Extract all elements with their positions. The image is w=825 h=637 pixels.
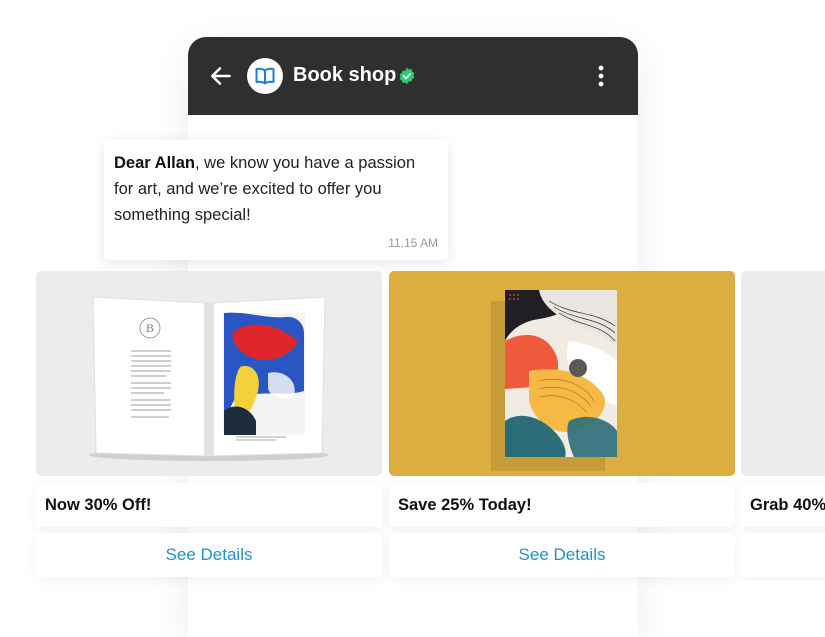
more-vertical-icon[interactable] xyxy=(591,63,611,89)
svg-text:B: B xyxy=(146,321,154,335)
see-details-button[interactable]: See Details xyxy=(36,533,382,577)
chat-title: Book shop xyxy=(293,64,397,86)
message-bubble: Dear Allan, we know you have a passion f… xyxy=(104,140,448,260)
see-details-button[interactable]: See Details xyxy=(389,533,735,577)
arrow-left-icon[interactable] xyxy=(208,63,234,89)
see-details-button[interactable] xyxy=(741,533,825,577)
message-time: 11.15 AM xyxy=(388,236,438,250)
verified-badge-icon xyxy=(399,67,415,85)
product-image[interactable]: B xyxy=(36,271,382,476)
chat-header: Book shop xyxy=(188,37,638,115)
product-image[interactable] xyxy=(741,271,825,476)
poster-illustration xyxy=(491,290,617,471)
product-image[interactable] xyxy=(389,271,735,476)
card-title: Save 25% Today! xyxy=(389,483,735,527)
open-book-icon xyxy=(255,67,275,85)
avatar xyxy=(247,58,283,94)
open-book-illustration: B xyxy=(89,296,329,461)
card-title: Now 30% Off! xyxy=(36,483,382,527)
recipient-name: Dear Allan xyxy=(114,154,196,172)
card-title: Grab 40% xyxy=(741,483,825,527)
message-text: Dear Allan, we know you have a passion f… xyxy=(114,150,434,228)
product-card: Grab 40% xyxy=(741,271,825,581)
